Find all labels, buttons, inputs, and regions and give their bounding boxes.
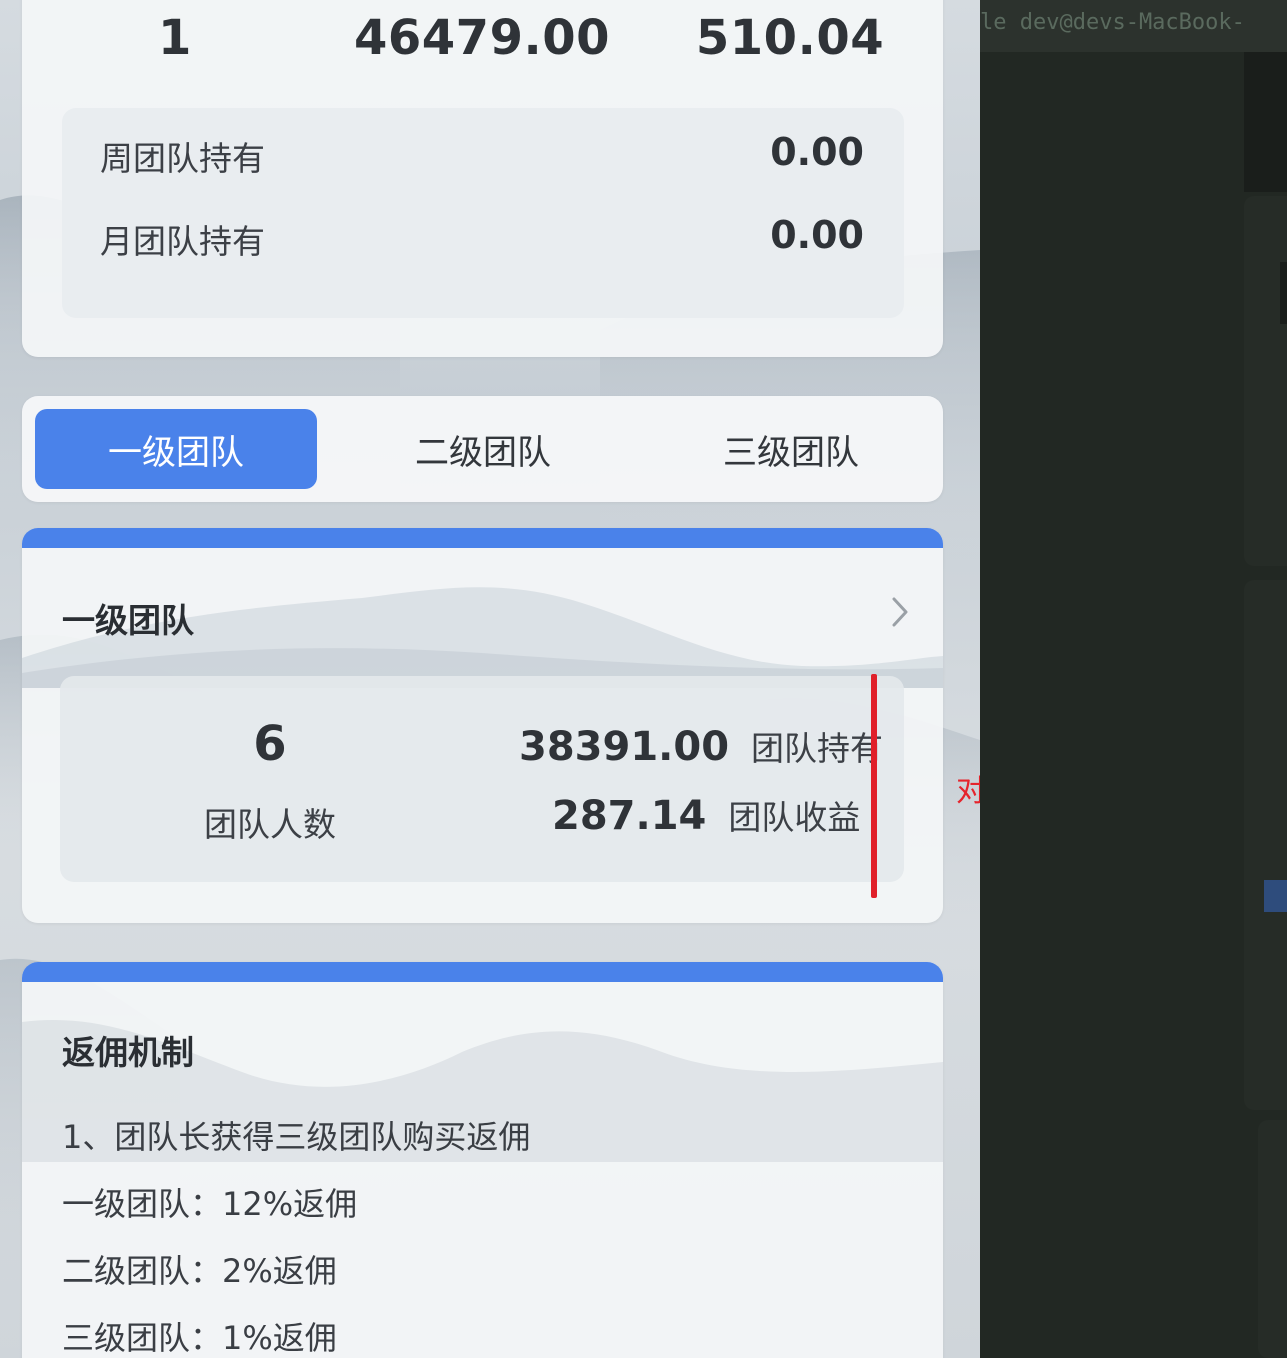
weekly-holding-value: 0.00 [770,130,864,174]
alignment-guide-line [871,674,877,898]
team-earning-value: 287.14 [552,793,707,839]
team-level-tabs: 一级团队 二级团队 三级团队 [22,396,943,502]
team-stats-panel: 6 团队人数 38391.00 团队持有 287.14 团队收益 [60,676,904,882]
editor-edge-panel [1244,196,1287,566]
team-summary-card: 1 46479.00 510.04 周团队持有 0.00 月团队持有 0.00 [22,0,943,357]
commission-rules-card: 返佣机制 1、团队长获得三级团队购买返佣 一级团队：12%返佣 二级团队：2%返… [22,962,943,1358]
alignment-note: 对齐 [956,774,980,809]
team-holding-row: 38391.00 团队持有 [519,722,883,770]
rule-line-3: 二级团队：2%返佣 [62,1252,337,1290]
rule-line-1: 1、团队长获得三级团队购买返佣 [62,1118,531,1156]
card-accent-bar [22,528,943,548]
tab-level-2[interactable]: 二级团队 [342,409,624,489]
level-team-title: 一级团队 [62,601,194,640]
card-accent-bar [22,962,943,982]
rule-line-4: 三级团队：1%返佣 [62,1319,337,1357]
phone-screen: 1 46479.00 510.04 周团队持有 0.00 月团队持有 0.00 … [0,0,980,1358]
team-earning-label: 团队收益 [728,798,861,837]
team-earning-row: 287.14 团队收益 [552,791,860,839]
editor-edge-panel [1244,580,1287,1110]
commission-title: 返佣机制 [62,1033,194,1072]
team-holding-label: 团队持有 [751,729,884,768]
level-team-card[interactable]: 一级团队 6 团队人数 38391.00 团队持有 287.14 团队收益 [22,528,943,923]
editor-edge-block [1244,52,1287,192]
editor-background: le dev@devs-MacBook- [980,0,1287,1358]
holding-period-panel: 周团队持有 0.00 月团队持有 0.00 [62,108,904,318]
editor-scroll-marker [1280,262,1287,324]
editor-tab-text: le dev@devs-MacBook- [980,10,1245,35]
editor-tab-strip: le dev@devs-MacBook- [980,0,1287,52]
team-member-count: 6 [253,716,287,772]
monthly-holding-label: 月团队持有 [100,222,265,261]
summary-value-3: 510.04 [695,10,885,66]
monthly-holding-value: 0.00 [770,213,864,257]
summary-value-1: 1 [158,10,192,66]
summary-value-2: 46479.00 [353,10,611,66]
editor-edge-panel [1258,1120,1287,1358]
rule-line-2: 一级团队：12%返佣 [62,1185,358,1223]
tab-level-3[interactable]: 三级团队 [650,409,932,489]
team-member-label: 团队人数 [204,805,336,844]
team-holding-value: 38391.00 [519,724,730,770]
tab-level-1[interactable]: 一级团队 [35,409,317,489]
weekly-holding-label: 周团队持有 [100,139,265,178]
chevron-right-icon[interactable] [887,594,913,630]
editor-edge-highlight [1264,880,1287,912]
